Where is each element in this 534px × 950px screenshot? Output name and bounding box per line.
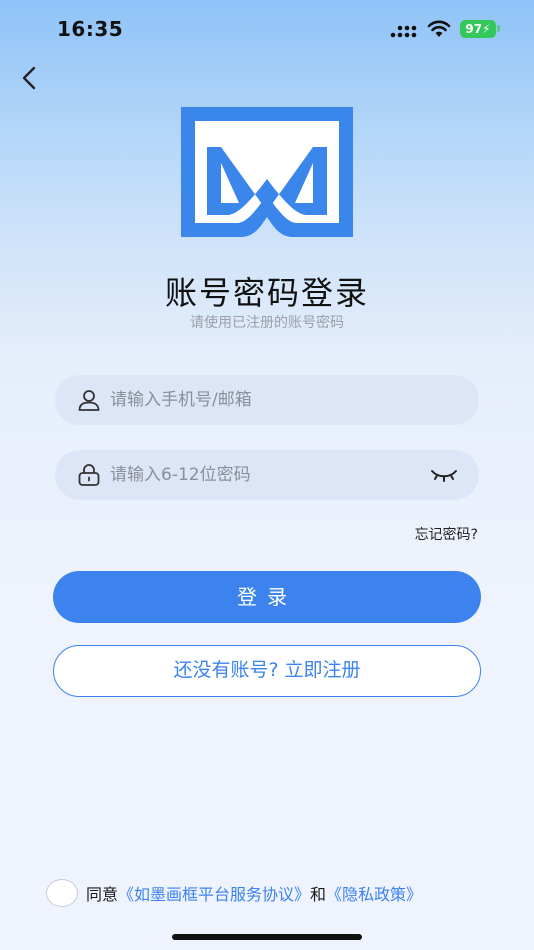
agreement-conjunction: 和 (310, 885, 327, 904)
back-button[interactable] (16, 62, 44, 94)
password-field-container (55, 450, 479, 500)
user-icon (78, 390, 100, 411)
lock-icon (78, 464, 100, 486)
phone-email-input[interactable] (110, 375, 420, 425)
charging-icon: ⚡ (482, 22, 491, 36)
register-button[interactable]: 还没有账号? 立即注册 (53, 645, 481, 697)
status-bar: 16:35 97⚡ (0, 0, 534, 58)
agreement-checkbox[interactable] (46, 879, 78, 907)
service-agreement-link[interactable]: 《如墨画框平台服务协议》 (118, 885, 310, 904)
battery-cap (497, 25, 500, 32)
home-indicator (172, 934, 362, 940)
page-title: 账号密码登录 (164, 274, 369, 312)
phone-field-container (55, 375, 479, 425)
agreement-prefix: 同意 (86, 885, 119, 904)
status-time: 16:35 (57, 17, 124, 41)
agreement-text: 同意《如墨画框平台服务协议》和《隐私政策》 (86, 881, 422, 905)
privacy-policy-link[interactable]: 《隐私政策》 (326, 885, 422, 904)
wifi-icon (427, 20, 451, 37)
cellular-signal-icon (390, 25, 417, 38)
password-input[interactable] (110, 450, 420, 500)
login-button[interactable]: 登录 (53, 571, 481, 623)
app-logo-icon (181, 107, 353, 237)
page-subtitle: 请使用已注册的账号密码 (190, 315, 344, 331)
battery-icon: 97⚡ (460, 20, 496, 38)
battery-level: 97 (465, 22, 483, 36)
forgot-password-link[interactable]: 忘记密码? (415, 524, 478, 544)
eye-closed-icon[interactable] (429, 463, 459, 487)
agreement-row: 同意《如墨画框平台服务协议》和《隐私政策》 (46, 877, 526, 909)
